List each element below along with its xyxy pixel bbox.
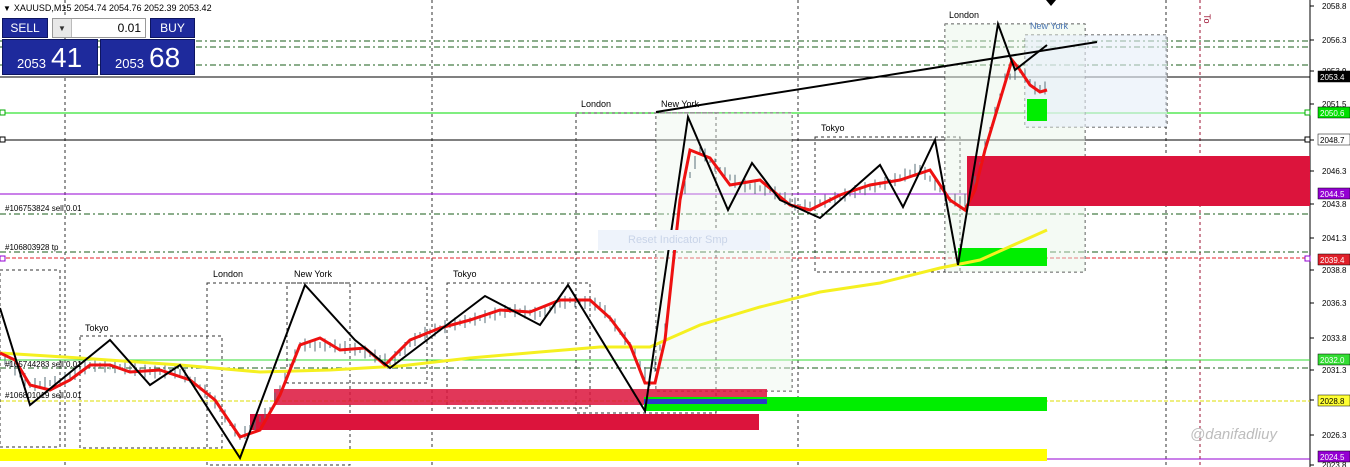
price-marker-label: 2050.6 (1320, 109, 1345, 118)
price-marker-label: 2039.4 (1320, 256, 1345, 265)
slow-moving-average (0, 228, 1048, 374)
session-label: New York (1030, 21, 1069, 31)
price-tick-label: 2041.3 (1322, 234, 1347, 243)
price-tick-label: 2036.3 (1322, 299, 1347, 308)
price-tick-label: 2043.8 (1322, 200, 1347, 209)
one-click-trading-panel: SELL ▼ 0.01 BUY 2053 41 2053 68 (2, 18, 195, 75)
price-tick-label: 2033.8 (1322, 334, 1347, 343)
price-tick-label: 2031.3 (1322, 366, 1347, 375)
session-label: Tokyo (821, 123, 845, 133)
session-label: London (949, 10, 979, 20)
order-label: #106803928 tp (5, 243, 59, 252)
reset-indicator-overlay[interactable]: Reset Indicator Smp (598, 230, 770, 250)
session-label: London (213, 269, 243, 279)
yellow-zone (0, 449, 1047, 461)
price-tick-label: 2026.3 (1322, 431, 1347, 440)
buy-price-button[interactable]: 2053 68 (100, 39, 195, 75)
order-label: #106801019 sell 0.01 (5, 391, 82, 400)
symbol-title: ▼ XAUUSD,M15 2054.74 2054.76 2052.39 2053… (3, 3, 212, 13)
supply-zone (250, 414, 759, 430)
price-tick-label: 2038.8 (1322, 266, 1347, 275)
supply-zone (967, 156, 1310, 206)
price-marker-label: 2048.7 (1320, 136, 1345, 145)
shift-marker (1046, 0, 1056, 6)
price-tick-label: 2046.3 (1322, 167, 1347, 176)
lot-size-value[interactable]: 0.01 (118, 21, 141, 35)
order-label: #106753824 sell 0.01 (5, 204, 82, 213)
supply-demand-zones (0, 99, 1310, 461)
session-label: London (581, 99, 611, 109)
price-tick-label: 2056.3 (1322, 36, 1347, 45)
price-marker-label: 2053.4 (1320, 73, 1345, 82)
session-label: Tokyo (453, 269, 477, 279)
order-label: #105744283 sell 0.01 (5, 360, 82, 369)
collapse-triangle-icon[interactable]: ▼ (3, 4, 11, 13)
session-label: Tokyo (85, 323, 109, 333)
candlesticks (0, 66, 1046, 440)
price-marker-label: 2024.5 (1320, 453, 1345, 462)
price-tick-label: 2058.8 (1322, 2, 1347, 11)
sell-button[interactable]: SELL (2, 18, 48, 38)
time-marker-label: To (1202, 14, 1212, 24)
lot-size-field[interactable]: ▼ 0.01 (52, 18, 146, 38)
demand-zone (1027, 99, 1047, 121)
sell-price-button[interactable]: 2053 41 (2, 39, 98, 75)
session-label: New York (294, 269, 333, 279)
price-marker-label: 2044.5 (1320, 190, 1345, 199)
price-marker-label: 2032.0 (1320, 356, 1345, 365)
buy-button[interactable]: BUY (150, 18, 195, 38)
watermark-text: @danifadliuy (1190, 426, 1277, 443)
lot-dropdown-icon[interactable]: ▼ (53, 19, 72, 37)
price-marker-label: 2028.8 (1320, 397, 1345, 406)
